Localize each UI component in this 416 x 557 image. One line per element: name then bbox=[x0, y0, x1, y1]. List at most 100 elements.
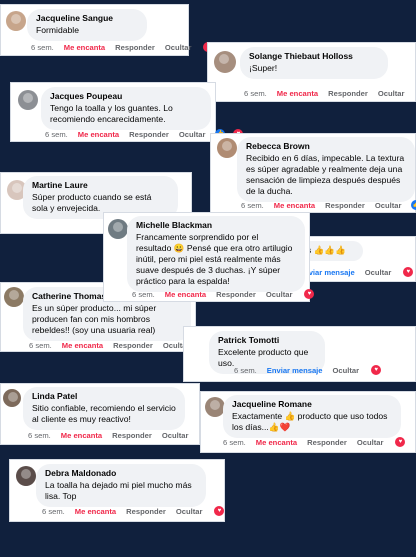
love-button[interactable]: Me encanta bbox=[61, 431, 102, 440]
comment-actions: 6 sem. Me encanta Responder Ocultar ♥ bbox=[31, 42, 223, 52]
heart-reaction-icon[interactable]: ♥ bbox=[395, 437, 406, 447]
comment-actions: Enviar mensaje Ocultar ♥ bbox=[299, 267, 416, 277]
timestamp[interactable]: 6 sem. bbox=[244, 89, 267, 98]
comment-bubble: Solange Thiebaut Holloss ¡Super! bbox=[240, 47, 388, 79]
reply-button[interactable]: Responder bbox=[126, 507, 166, 516]
hide-button[interactable]: Ocultar bbox=[165, 43, 192, 52]
comment-text: Recibido en 6 días, impecable. La textur… bbox=[246, 153, 405, 196]
comment-bubble: Jacques Poupeau Tengo la toalla y los gu… bbox=[41, 87, 211, 130]
hide-button[interactable]: Ocultar bbox=[357, 438, 384, 447]
avatar[interactable] bbox=[18, 90, 38, 110]
avatar[interactable] bbox=[108, 219, 128, 239]
comment-actions: 6 sem. Enviar mensaje Ocultar ♥ bbox=[234, 365, 391, 375]
love-button[interactable]: Me encanta bbox=[62, 341, 103, 350]
reply-button[interactable]: Responder bbox=[115, 43, 155, 52]
comment-card: Jacqueline Sangue Formidable 6 sem. Me e… bbox=[0, 4, 214, 56]
comment-text: Formidable bbox=[36, 25, 79, 35]
reply-button[interactable]: Responder bbox=[129, 130, 169, 139]
author-name[interactable]: Rebecca Brown bbox=[246, 141, 406, 152]
heart-reaction-icon[interactable]: ♥ bbox=[304, 289, 315, 299]
author-name[interactable]: Jacqueline Sangue bbox=[36, 13, 138, 24]
reply-button[interactable]: Responder bbox=[216, 290, 256, 299]
comment-actions: 6 sem. Me encanta Responder Ocultar ♥ bbox=[244, 88, 416, 98]
heart-reaction-icon[interactable]: ♥ bbox=[403, 267, 414, 277]
comment-bubble: Linda Patel Sitio confiable, recomiendo … bbox=[23, 387, 185, 430]
reactions-icon[interactable]: 👍♥ bbox=[411, 200, 416, 210]
comment-card: Patrick Tomotti Excelente producto que u… bbox=[183, 326, 416, 382]
avatar[interactable] bbox=[16, 466, 36, 486]
timestamp[interactable]: 6 sem. bbox=[223, 438, 246, 447]
comment-bubble: Debra Maldonado La toalla ha dejado mi p… bbox=[36, 464, 206, 507]
send-message-button[interactable]: Enviar mensaje bbox=[267, 366, 323, 375]
reply-button[interactable]: Responder bbox=[113, 341, 153, 350]
comment-text: Súper producto cuando se está sola y env… bbox=[32, 192, 152, 213]
timestamp[interactable]: 6 sem. bbox=[132, 290, 155, 299]
hide-button[interactable]: Ocultar bbox=[176, 507, 203, 516]
hide-button[interactable]: Ocultar bbox=[375, 201, 402, 210]
author-name[interactable]: Michelle Blackman bbox=[136, 220, 296, 231]
comment-actions: 6 sem. Me encanta Responder Ocultar ♥ bbox=[42, 506, 234, 516]
love-button[interactable]: Me encanta bbox=[78, 130, 119, 139]
avatar[interactable] bbox=[217, 138, 237, 158]
reply-button[interactable]: Responder bbox=[307, 438, 347, 447]
timestamp[interactable]: 6 sem. bbox=[45, 130, 68, 139]
timestamp[interactable]: 6 sem. bbox=[28, 431, 51, 440]
avatar[interactable] bbox=[205, 397, 225, 417]
comment-text: Sitio confiable, recomiendo el servicio … bbox=[32, 403, 176, 424]
heart-reaction-icon[interactable]: ♥ bbox=[214, 506, 225, 516]
hide-button[interactable]: Ocultar bbox=[179, 130, 206, 139]
reply-button[interactable]: Responder bbox=[328, 89, 368, 98]
love-button[interactable]: Me encanta bbox=[277, 89, 318, 98]
hide-button[interactable]: Ocultar bbox=[333, 366, 360, 375]
comment-card: Debra Maldonado La toalla ha dejado mi p… bbox=[9, 459, 225, 522]
hide-button[interactable]: Ocultar bbox=[365, 268, 392, 277]
love-button[interactable]: Me encanta bbox=[256, 438, 297, 447]
timestamp[interactable]: 6 sem. bbox=[29, 341, 52, 350]
comment-actions: 6 sem. Me encanta Responder Ocultar 👍♥ bbox=[241, 200, 416, 210]
comment-text: Es un súper producto... mi súper produce… bbox=[32, 303, 157, 335]
author-name[interactable]: Jacques Poupeau bbox=[50, 91, 202, 102]
love-button[interactable]: Me encanta bbox=[274, 201, 315, 210]
comment-card: Rebecca Brown Recibido en 6 días, impeca… bbox=[210, 133, 416, 213]
comment-text: Exactamente 👍 producto que uso todos los… bbox=[232, 411, 388, 432]
love-button[interactable]: Me encanta bbox=[75, 507, 116, 516]
hide-button[interactable]: Ocultar bbox=[266, 290, 293, 299]
timestamp[interactable]: 6 sem. bbox=[234, 366, 257, 375]
love-button[interactable]: Me encanta bbox=[64, 43, 105, 52]
reply-button[interactable]: Responder bbox=[112, 431, 152, 440]
author-name[interactable]: Patrick Tomotti bbox=[218, 335, 316, 346]
comment-bubble: Jacqueline Sangue Formidable bbox=[27, 9, 147, 41]
author-name[interactable]: Linda Patel bbox=[32, 391, 176, 402]
avatar[interactable] bbox=[3, 389, 21, 407]
comment-bubble: Michelle Blackman Francamente sorprendid… bbox=[127, 216, 305, 292]
comment-card: Jacqueline Romane Exactamente 👍 producto… bbox=[200, 391, 416, 453]
author-name[interactable]: Debra Maldonado bbox=[45, 468, 197, 479]
comment-card: Jacques Poupeau Tengo la toalla y los gu… bbox=[10, 82, 244, 142]
comment-actions: 6 sem. Me encanta Responder Ocultar ♥ bbox=[28, 430, 220, 440]
timestamp[interactable]: 6 sem. bbox=[31, 43, 54, 52]
reply-button[interactable]: Responder bbox=[325, 201, 365, 210]
comment-card: Linda Patel Sitio confiable, recomiendo … bbox=[0, 383, 211, 445]
hide-button[interactable]: Ocultar bbox=[378, 89, 405, 98]
timestamp[interactable]: 6 sem. bbox=[241, 201, 264, 210]
comment-actions: 6 sem. Me encanta Responder Ocultar ♥ bbox=[223, 437, 415, 447]
comment-card: Solange Thiebaut Holloss ¡Super! 6 sem. … bbox=[207, 42, 416, 102]
comment-text: La toalla ha dejado mi piel mucho más li… bbox=[45, 480, 192, 501]
author-name[interactable]: Jacqueline Romane bbox=[232, 399, 392, 410]
comment-text: Tengo la toalla y los guantes. Lo recomi… bbox=[50, 103, 173, 124]
comment-bubble: Rebecca Brown Recibido en 6 días, impeca… bbox=[237, 137, 415, 202]
comment-actions: 6 sem. Me encanta Responder Ocultar ♥ bbox=[132, 289, 324, 299]
comment-text: ¡Super! bbox=[249, 63, 278, 73]
comment-card: Michelle Blackman Francamente sorprendid… bbox=[103, 212, 315, 302]
heart-reaction-icon[interactable]: ♥ bbox=[371, 365, 382, 375]
hide-button[interactable]: Ocultar bbox=[162, 431, 189, 440]
timestamp[interactable]: 6 sem. bbox=[42, 507, 65, 516]
love-button[interactable]: Me encanta bbox=[165, 290, 206, 299]
avatar[interactable] bbox=[4, 287, 24, 307]
author-name[interactable]: Martine Laure bbox=[32, 180, 169, 191]
comment-text: Francamente sorprendido por el resultado… bbox=[136, 232, 293, 286]
avatar[interactable] bbox=[214, 51, 236, 73]
author-name[interactable]: Solange Thiebaut Holloss bbox=[249, 51, 379, 62]
comment-bubble: Jacqueline Romane Exactamente 👍 producto… bbox=[223, 395, 401, 438]
avatar[interactable] bbox=[6, 11, 26, 31]
